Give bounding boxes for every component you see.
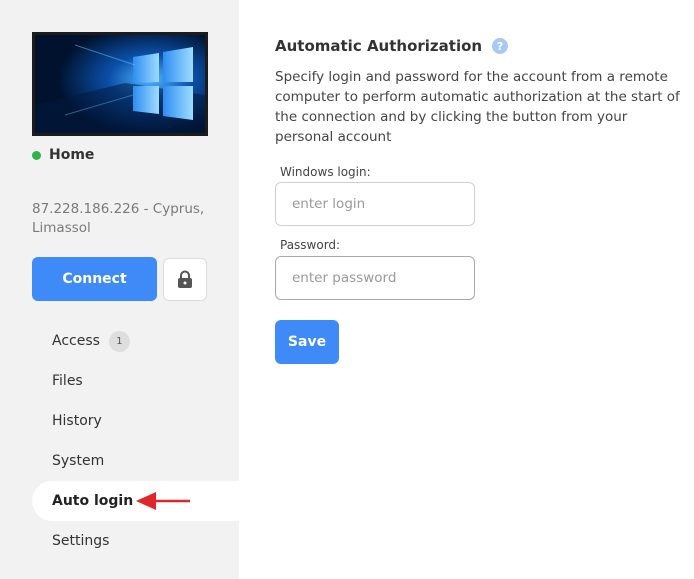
sidebar-item-label: History	[52, 413, 102, 429]
page-description: Specify login and password for the accou…	[275, 69, 680, 145]
help-icon[interactable]: ?	[492, 38, 509, 54]
device-address: 87.228.186.226 - Cyprus, Limassol	[32, 201, 205, 236]
login-label: Windows login:	[280, 165, 371, 179]
password-label: Password:	[280, 238, 341, 252]
access-count-badge: 1	[108, 330, 130, 352]
password-input[interactable]	[275, 256, 475, 300]
online-status-dot	[32, 150, 41, 160]
page-title: Automatic Authorization	[275, 37, 483, 55]
desktop-preview-thumbnail[interactable]	[32, 32, 208, 136]
sidebar-item-label: Access	[52, 333, 100, 349]
windows-login-input[interactable]	[275, 182, 475, 226]
sidebar-item-label: System	[52, 453, 105, 469]
sidebar-item-history[interactable]: History	[32, 401, 239, 441]
save-button[interactable]: Save	[275, 320, 339, 364]
sidebar-item-label: Auto login	[52, 493, 134, 509]
sidebar-item-system[interactable]: System	[32, 441, 239, 481]
connect-button[interactable]: Connect	[32, 257, 157, 301]
device-name: Home	[49, 147, 95, 163]
lock-button[interactable]	[163, 258, 207, 301]
windows-wallpaper-image	[35, 35, 205, 133]
sidebar-item-label: Files	[52, 373, 83, 389]
sidebar-nav: Access 1 Files History System Auto login…	[32, 321, 239, 561]
sidebar-item-label: Settings	[52, 533, 110, 549]
sidebar-item-access[interactable]: Access 1	[32, 321, 239, 361]
page-title-row: Automatic Authorization ?	[275, 37, 509, 55]
lock-icon	[178, 270, 192, 288]
sidebar-item-files[interactable]: Files	[32, 361, 239, 401]
device-status: Home	[32, 147, 94, 163]
sidebar: Home 87.228.186.226 - Cyprus, Limassol C…	[0, 0, 239, 579]
sidebar-item-settings[interactable]: Settings	[32, 521, 239, 561]
red-arrow-annotation-icon	[136, 492, 190, 510]
